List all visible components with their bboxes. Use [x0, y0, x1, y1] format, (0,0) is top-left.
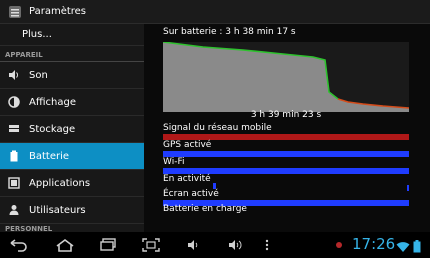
window-title: Paramètres	[29, 6, 87, 17]
menu-icon[interactable]	[262, 236, 272, 254]
section-header-device: APPAREIL	[0, 46, 144, 62]
volume-down-icon[interactable]	[184, 236, 202, 254]
back-icon[interactable]	[8, 236, 30, 254]
users-icon	[7, 203, 21, 217]
title-bar: Paramètres	[0, 0, 430, 24]
sidebar-item-more[interactable]: Plus...	[0, 24, 144, 46]
status-icons	[396, 238, 421, 257]
signal-label: GPS activé	[163, 140, 212, 150]
sidebar-item-applications[interactable]: Applications	[0, 170, 144, 197]
storage-icon	[7, 122, 21, 136]
status-clock: 17:26	[352, 235, 396, 253]
signal-row-mobile: Signal du réseau mobile	[163, 123, 409, 140]
volume-icon	[7, 68, 21, 82]
battery-status-icon	[413, 238, 421, 257]
settings-icon	[7, 4, 23, 20]
screenshot-icon[interactable]	[140, 236, 162, 254]
sidebar-item-sound[interactable]: Son	[0, 62, 144, 89]
sidebar-item-display[interactable]: Affichage	[0, 89, 144, 116]
on-battery-label: Sur batterie : 3 h 38 min 17 s	[163, 27, 296, 37]
volume-up-icon[interactable]	[226, 236, 244, 254]
wifi-icon	[396, 238, 410, 257]
sidebar-item-storage[interactable]: Stockage	[0, 116, 144, 143]
system-navigation-bar: 17:26	[0, 232, 430, 258]
battery-history-graph	[163, 42, 409, 112]
sidebar-item-label: Applications	[29, 177, 91, 189]
home-icon[interactable]	[54, 236, 76, 254]
sidebar-item-label: Affichage	[29, 96, 76, 108]
signal-label: En activité	[163, 174, 211, 184]
recent-apps-icon[interactable]	[98, 236, 120, 254]
sidebar-item-battery[interactable]: Batterie	[0, 143, 144, 170]
sidebar-item-label: Utilisateurs	[29, 204, 86, 216]
battery-icon	[7, 149, 21, 163]
apps-icon	[7, 176, 21, 190]
signal-row-gps: GPS activé	[163, 140, 409, 157]
signal-label: Écran activé	[163, 189, 219, 199]
sidebar-item-label: Batterie	[29, 150, 70, 162]
signal-label: Wi-Fi	[163, 157, 185, 167]
sidebar-item-users[interactable]: Utilisateurs	[0, 197, 144, 224]
battery-detail-panel: Sur batterie : 3 h 38 min 17 s 3 h 39 mi…	[144, 24, 430, 232]
sidebar-item-label: Plus...	[22, 29, 52, 40]
section-header-personal: PERSONNEL	[5, 225, 53, 232]
graph-time-label: 3 h 39 min 23 s	[250, 110, 322, 120]
sidebar-item-label: Son	[29, 69, 48, 81]
sidebar-item-label: Stockage	[29, 123, 76, 135]
signal-row-wifi: Wi-Fi	[163, 157, 409, 174]
signal-row-charging: Batterie en charge	[163, 204, 409, 215]
settings-sidebar: Plus... APPAREIL Son Affichage Stockage …	[0, 24, 144, 232]
signal-label: Batterie en charge	[163, 204, 247, 214]
brightness-icon	[7, 95, 21, 109]
notification-icon[interactable]	[334, 236, 344, 254]
signal-label: Signal du réseau mobile	[163, 123, 272, 133]
